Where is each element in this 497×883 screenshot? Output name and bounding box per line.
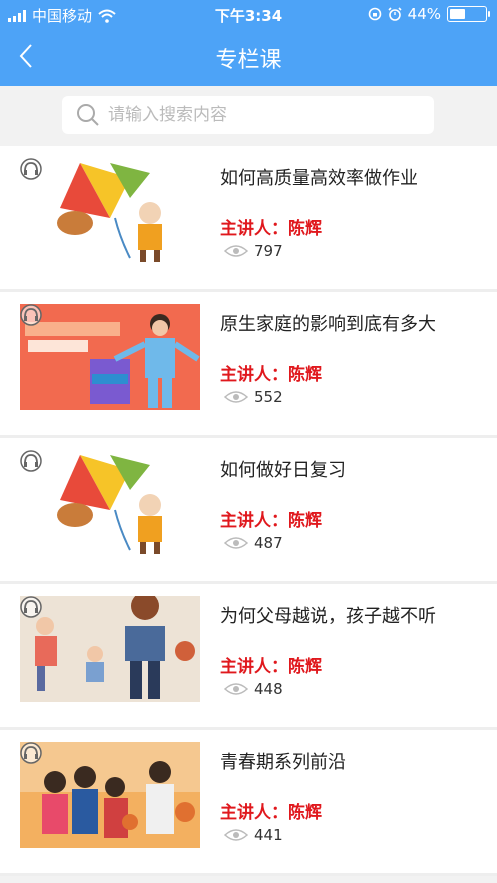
eye-icon <box>224 537 248 549</box>
headphones-icon <box>20 596 42 618</box>
nav-bar: 专栏课 <box>0 32 497 82</box>
view-count: 441 <box>224 826 283 844</box>
course-title: 原生家庭的影响到底有多大 <box>220 314 436 335</box>
course-thumbnail <box>20 304 200 410</box>
headphones-icon <box>20 742 42 764</box>
view-count-value: 487 <box>254 534 283 552</box>
view-count-value: 797 <box>254 242 283 260</box>
view-count: 487 <box>224 534 283 552</box>
course-item[interactable]: 原生家庭的影响到底有多大 主讲人：陈辉 552 <box>0 292 497 438</box>
headphones-icon <box>20 450 42 472</box>
course-item[interactable]: 为何父母越说，孩子越不听 主讲人：陈辉 448 <box>0 584 497 730</box>
course-item[interactable]: 青春期系列前沿 主讲人：陈辉 441 <box>0 730 497 876</box>
view-count: 552 <box>224 388 283 406</box>
course-thumbnail <box>20 158 200 264</box>
course-item[interactable]: 如何做好日复习 主讲人：陈辉 487 <box>0 438 497 584</box>
search-box[interactable] <box>62 96 434 134</box>
page-title: 专栏课 <box>215 48 282 73</box>
course-thumbnail <box>20 450 200 556</box>
course-item[interactable]: 如何高质量高效率做作业 主讲人：陈辉 797 <box>0 146 497 292</box>
course-thumbnail <box>20 596 200 702</box>
course-title: 如何高质量高效率做作业 <box>220 168 418 189</box>
course-title: 为何父母越说，孩子越不听 <box>220 606 436 627</box>
course-title: 如何做好日复习 <box>220 460 346 481</box>
orientation-lock-icon <box>368 7 381 21</box>
search-input[interactable] <box>106 104 410 126</box>
course-title: 青春期系列前沿 <box>220 752 346 773</box>
course-thumbnail <box>20 742 200 848</box>
status-bar: 中国移动 下午3:34 44% <box>0 0 497 28</box>
course-list: 如何高质量高效率做作业 主讲人：陈辉 797 原生家庭的影响到底有多大 主讲人：… <box>0 146 497 876</box>
course-speaker: 主讲人：陈辉 <box>220 219 322 239</box>
course-speaker: 主讲人：陈辉 <box>220 511 322 531</box>
course-speaker: 主讲人：陈辉 <box>220 803 322 823</box>
eye-icon <box>224 391 248 403</box>
headphones-icon <box>20 158 42 180</box>
view-count: 448 <box>224 680 283 698</box>
search-icon <box>77 104 99 126</box>
view-count-value: 448 <box>254 680 283 698</box>
view-count-value: 552 <box>254 388 283 406</box>
battery-percent: 44% <box>407 5 441 23</box>
course-speaker: 主讲人：陈辉 <box>220 365 322 385</box>
view-count: 797 <box>224 242 283 260</box>
app-header: 中国移动 下午3:34 44% 专栏课 <box>0 0 497 86</box>
search-section <box>0 86 497 146</box>
eye-icon <box>224 245 248 257</box>
eye-icon <box>224 683 248 695</box>
alarm-icon <box>388 7 402 21</box>
battery-icon <box>447 6 490 22</box>
headphones-icon <box>20 304 42 326</box>
eye-icon <box>224 829 248 841</box>
course-speaker: 主讲人：陈辉 <box>220 657 322 677</box>
view-count-value: 441 <box>254 826 283 844</box>
